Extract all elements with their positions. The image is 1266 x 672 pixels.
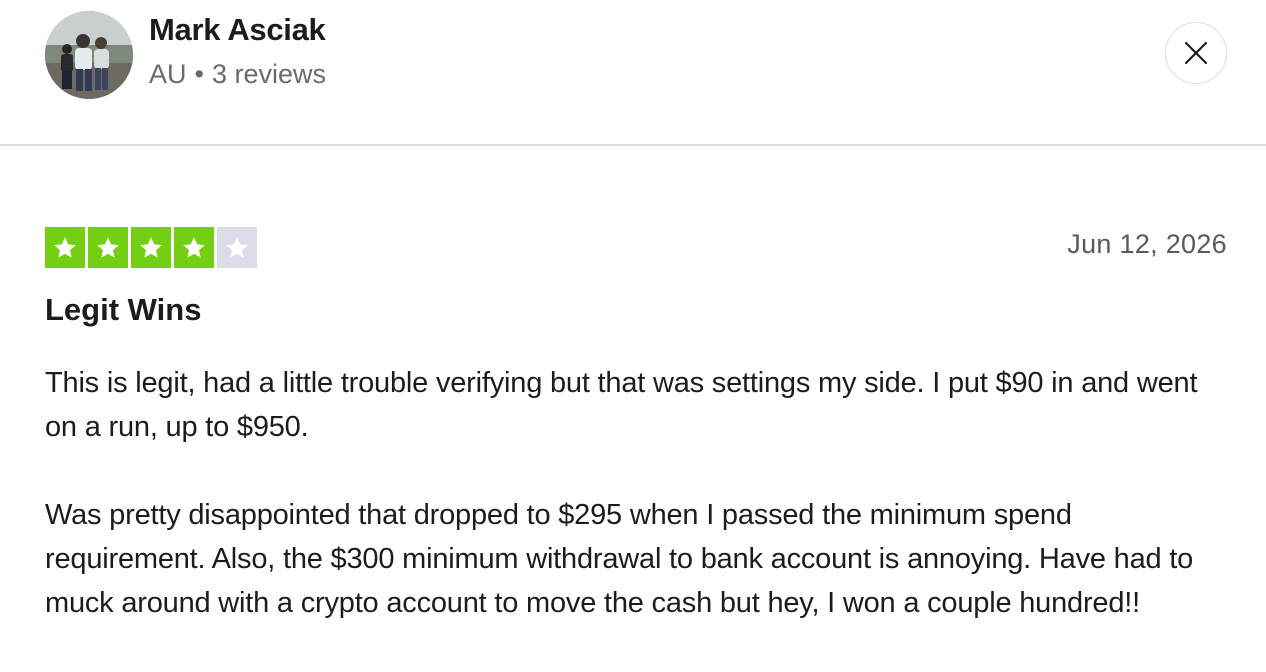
star-icon <box>183 236 205 258</box>
meta-separator: • <box>194 59 204 89</box>
star-empty <box>217 227 257 268</box>
star-icon <box>97 236 119 258</box>
star-icon <box>140 236 162 258</box>
user-photo-avatar-icon <box>45 11 133 99</box>
star-filled <box>131 227 171 268</box>
close-button[interactable] <box>1165 22 1227 84</box>
review-paragraph: This is legit, had a little trouble veri… <box>45 367 1198 443</box>
star-icon <box>226 236 248 258</box>
reviewer-reviews-count[interactable]: 3 reviews <box>212 59 326 89</box>
reviewer-meta: AU • 3 reviews <box>149 59 326 90</box>
reviewer-name[interactable]: Mark Asciak <box>149 12 326 48</box>
reviewer-country: AU <box>149 59 187 89</box>
reviewer-avatar[interactable] <box>45 11 133 99</box>
reviewer-header: Mark Asciak AU • 3 reviews <box>0 0 1266 146</box>
star-filled <box>88 227 128 268</box>
star-filled <box>45 227 85 268</box>
star-filled <box>174 227 214 268</box>
review-date: Jun 12, 2026 <box>1067 229 1227 259</box>
review-body: This is legit, had a little trouble veri… <box>45 361 1235 669</box>
review-title: Legit Wins <box>45 292 202 327</box>
review-paragraph: Was pretty disappointed that dropped to … <box>45 499 1194 619</box>
star-icon <box>54 236 76 258</box>
star-rating <box>45 227 257 268</box>
close-icon <box>1184 41 1208 65</box>
